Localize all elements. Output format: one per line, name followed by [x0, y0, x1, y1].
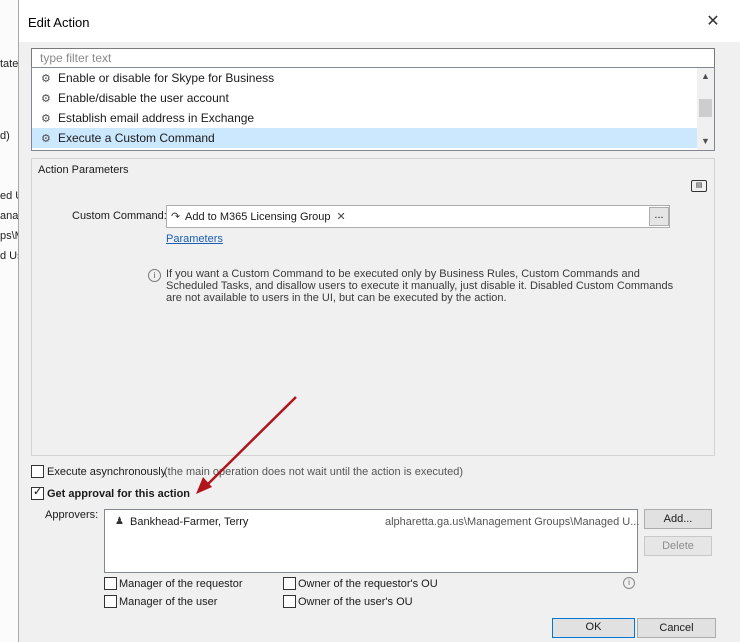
- arrow-head: [196, 477, 212, 494]
- annotation-arrow: [196, 396, 297, 494]
- arrow-shaft: [206, 396, 297, 486]
